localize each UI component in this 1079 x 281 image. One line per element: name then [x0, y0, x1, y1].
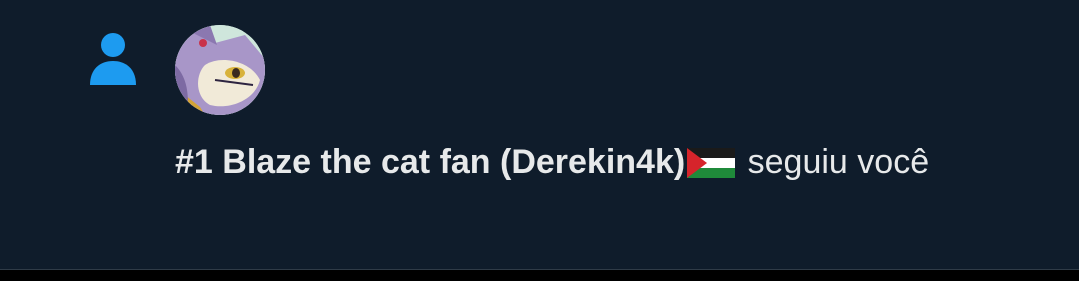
avatar[interactable] — [175, 25, 265, 115]
action-text: seguiu você — [738, 143, 930, 181]
follow-notification[interactable]: #1 Blaze the cat fan (Derekin4k) seguiu … — [0, 0, 1079, 269]
user-name-link[interactable]: #1 Blaze the cat fan (Derekin4k) — [175, 143, 685, 181]
person-follow-icon — [90, 33, 136, 85]
palestine-flag-icon — [687, 148, 736, 178]
blaze-the-cat-avatar-icon — [175, 25, 265, 115]
divider — [0, 269, 1079, 270]
notification-text: #1 Blaze the cat fan (Derekin4k) seguiu … — [175, 136, 1035, 188]
